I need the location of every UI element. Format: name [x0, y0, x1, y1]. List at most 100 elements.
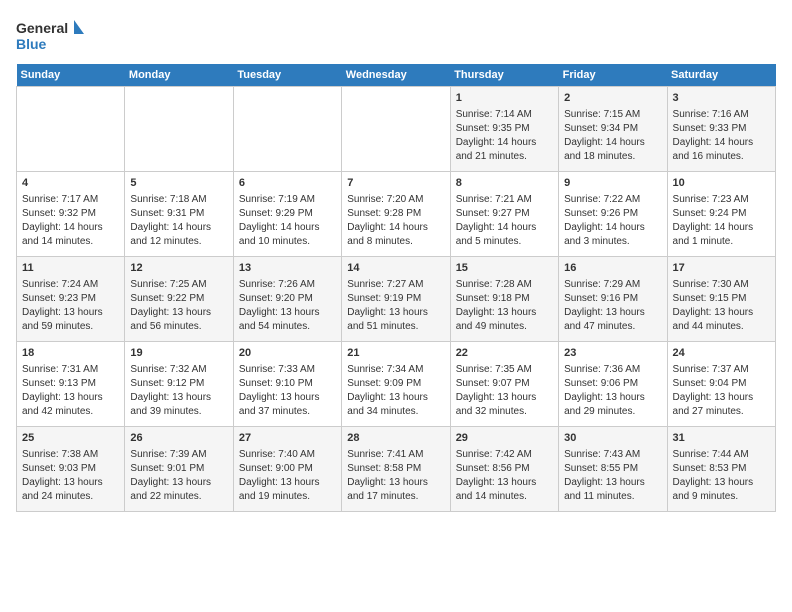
day-number: 10 [673, 176, 770, 191]
day-info: Sunrise: 7:38 AM Sunset: 9:03 PM Dayligh… [22, 448, 119, 504]
day-number: 3 [673, 91, 770, 106]
svg-text:General: General [16, 20, 68, 36]
calendar-cell: 9 Sunrise: 7:22 AM Sunset: 9:26 PM Daylig… [559, 172, 667, 257]
day-number: 4 [22, 176, 119, 191]
calendar-cell [233, 87, 341, 172]
day-info: Sunrise: 7:16 AM Sunset: 9:33 PM Dayligh… [673, 108, 770, 164]
day-info: Sunrise: 7:29 AM Sunset: 9:16 PM Dayligh… [564, 278, 661, 334]
day-number: 2 [564, 91, 661, 106]
logo-svg: GeneralBlue [16, 16, 86, 56]
calendar-cell: 28 Sunrise: 7:41 AM Sunset: 8:58 PM Dayli… [342, 427, 450, 512]
day-number: 1 [456, 91, 553, 106]
day-number: 9 [564, 176, 661, 191]
day-info: Sunrise: 7:24 AM Sunset: 9:23 PM Dayligh… [22, 278, 119, 334]
day-info: Sunrise: 7:30 AM Sunset: 9:15 PM Dayligh… [673, 278, 770, 334]
day-info: Sunrise: 7:33 AM Sunset: 9:10 PM Dayligh… [239, 363, 336, 419]
day-number: 25 [22, 431, 119, 446]
day-number: 26 [130, 431, 227, 446]
day-number: 19 [130, 346, 227, 361]
svg-text:Blue: Blue [16, 36, 47, 52]
day-info: Sunrise: 7:23 AM Sunset: 9:24 PM Dayligh… [673, 193, 770, 249]
calendar-cell: 22 Sunrise: 7:35 AM Sunset: 9:07 PM Dayli… [450, 342, 558, 427]
day-number: 24 [673, 346, 770, 361]
calendar-cell: 6 Sunrise: 7:19 AM Sunset: 9:29 PM Daylig… [233, 172, 341, 257]
day-info: Sunrise: 7:27 AM Sunset: 9:19 PM Dayligh… [347, 278, 444, 334]
week-row-3: 11 Sunrise: 7:24 AM Sunset: 9:23 PM Dayli… [17, 257, 776, 342]
day-header-thursday: Thursday [450, 64, 558, 87]
calendar-cell [342, 87, 450, 172]
day-info: Sunrise: 7:22 AM Sunset: 9:26 PM Dayligh… [564, 193, 661, 249]
day-info: Sunrise: 7:20 AM Sunset: 9:28 PM Dayligh… [347, 193, 444, 249]
calendar-cell: 14 Sunrise: 7:27 AM Sunset: 9:19 PM Dayli… [342, 257, 450, 342]
calendar-cell: 21Sunrise: 7:34 AM Sunset: 9:09 PM Dayli… [342, 342, 450, 427]
day-number: 11 [22, 261, 119, 276]
day-number: 21 [347, 346, 444, 361]
day-number: 7 [347, 176, 444, 191]
calendar-cell: 3 Sunrise: 7:16 AM Sunset: 9:33 PM Daylig… [667, 87, 775, 172]
day-header-wednesday: Wednesday [342, 64, 450, 87]
logo: GeneralBlue [16, 16, 86, 56]
day-info: Sunrise: 7:35 AM Sunset: 9:07 PM Dayligh… [456, 363, 553, 419]
day-info: Sunrise: 7:42 AM Sunset: 8:56 PM Dayligh… [456, 448, 553, 504]
calendar-cell: 13 Sunrise: 7:26 AM Sunset: 9:20 PM Dayli… [233, 257, 341, 342]
day-number: 14 [347, 261, 444, 276]
calendar-cell: 23Sunrise: 7:36 AM Sunset: 9:06 PM Dayli… [559, 342, 667, 427]
week-row-2: 4 Sunrise: 7:17 AM Sunset: 9:32 PM Daylig… [17, 172, 776, 257]
day-info: Sunrise: 7:32 AM Sunset: 9:12 PM Dayligh… [130, 363, 227, 419]
calendar-cell: 25 Sunrise: 7:38 AM Sunset: 9:03 PM Dayli… [17, 427, 125, 512]
calendar-cell: 2Sunrise: 7:15 AM Sunset: 9:34 PM Daylig… [559, 87, 667, 172]
day-info: Sunrise: 7:28 AM Sunset: 9:18 PM Dayligh… [456, 278, 553, 334]
calendar-cell: 26Sunrise: 7:39 AM Sunset: 9:01 PM Dayli… [125, 427, 233, 512]
calendar-cell: 18 Sunrise: 7:31 AM Sunset: 9:13 PM Dayli… [17, 342, 125, 427]
day-info: Sunrise: 7:31 AM Sunset: 9:13 PM Dayligh… [22, 363, 119, 419]
day-number: 18 [22, 346, 119, 361]
calendar-cell: 27 Sunrise: 7:40 AM Sunset: 9:00 PM Dayli… [233, 427, 341, 512]
day-header-tuesday: Tuesday [233, 64, 341, 87]
day-header-sunday: Sunday [17, 64, 125, 87]
calendar-cell: 16 Sunrise: 7:29 AM Sunset: 9:16 PM Dayli… [559, 257, 667, 342]
calendar-cell: 19 Sunrise: 7:32 AM Sunset: 9:12 PM Dayli… [125, 342, 233, 427]
day-number: 6 [239, 176, 336, 191]
day-number: 8 [456, 176, 553, 191]
calendar-cell [17, 87, 125, 172]
day-header-monday: Monday [125, 64, 233, 87]
calendar-cell: 7 Sunrise: 7:20 AM Sunset: 9:28 PM Daylig… [342, 172, 450, 257]
day-info: Sunrise: 7:19 AM Sunset: 9:29 PM Dayligh… [239, 193, 336, 249]
day-info: Sunrise: 7:37 AM Sunset: 9:04 PM Dayligh… [673, 363, 770, 419]
header-row: SundayMondayTuesdayWednesdayThursdayFrid… [17, 64, 776, 87]
day-number: 16 [564, 261, 661, 276]
calendar-cell: 5Sunrise: 7:18 AM Sunset: 9:31 PM Daylig… [125, 172, 233, 257]
week-row-4: 18 Sunrise: 7:31 AM Sunset: 9:13 PM Dayli… [17, 342, 776, 427]
day-info: Sunrise: 7:41 AM Sunset: 8:58 PM Dayligh… [347, 448, 444, 504]
day-info: Sunrise: 7:40 AM Sunset: 9:00 PM Dayligh… [239, 448, 336, 504]
day-number: 22 [456, 346, 553, 361]
day-info: Sunrise: 7:21 AM Sunset: 9:27 PM Dayligh… [456, 193, 553, 249]
day-number: 31 [673, 431, 770, 446]
calendar-table: SundayMondayTuesdayWednesdayThursdayFrid… [16, 64, 776, 512]
day-number: 5 [130, 176, 227, 191]
day-number: 15 [456, 261, 553, 276]
calendar-cell: 4 Sunrise: 7:17 AM Sunset: 9:32 PM Daylig… [17, 172, 125, 257]
day-header-saturday: Saturday [667, 64, 775, 87]
calendar-cell: 30 Sunrise: 7:43 AM Sunset: 8:55 PM Dayli… [559, 427, 667, 512]
calendar-cell: 17Sunrise: 7:30 AM Sunset: 9:15 PM Dayli… [667, 257, 775, 342]
day-number: 27 [239, 431, 336, 446]
week-row-1: 1 Sunrise: 7:14 AM Sunset: 9:35 PM Daylig… [17, 87, 776, 172]
page-header: GeneralBlue [16, 16, 776, 56]
day-number: 23 [564, 346, 661, 361]
day-info: Sunrise: 7:26 AM Sunset: 9:20 PM Dayligh… [239, 278, 336, 334]
day-info: Sunrise: 7:14 AM Sunset: 9:35 PM Dayligh… [456, 108, 553, 164]
calendar-cell: 12Sunrise: 7:25 AM Sunset: 9:22 PM Dayli… [125, 257, 233, 342]
day-number: 12 [130, 261, 227, 276]
week-row-5: 25 Sunrise: 7:38 AM Sunset: 9:03 PM Dayli… [17, 427, 776, 512]
day-number: 13 [239, 261, 336, 276]
calendar-cell: 15 Sunrise: 7:28 AM Sunset: 9:18 PM Dayli… [450, 257, 558, 342]
day-number: 30 [564, 431, 661, 446]
calendar-cell: 11 Sunrise: 7:24 AM Sunset: 9:23 PM Dayli… [17, 257, 125, 342]
calendar-cell: 29Sunrise: 7:42 AM Sunset: 8:56 PM Dayli… [450, 427, 558, 512]
day-info: Sunrise: 7:43 AM Sunset: 8:55 PM Dayligh… [564, 448, 661, 504]
day-number: 28 [347, 431, 444, 446]
calendar-cell: 31Sunrise: 7:44 AM Sunset: 8:53 PM Dayli… [667, 427, 775, 512]
calendar-cell: 20Sunrise: 7:33 AM Sunset: 9:10 PM Dayli… [233, 342, 341, 427]
day-info: Sunrise: 7:17 AM Sunset: 9:32 PM Dayligh… [22, 193, 119, 249]
